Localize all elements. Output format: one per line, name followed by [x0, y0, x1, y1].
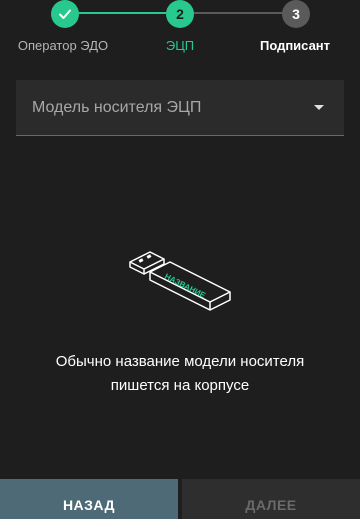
- stepper-line-completed: [79, 12, 166, 14]
- hint-line-1: Обычно название модели носителя: [55, 353, 305, 370]
- next-button[interactable]: ДАЛЕЕ: [182, 479, 360, 519]
- step-2-label: ЭЦП: [165, 38, 195, 53]
- step-3-label: Подписант: [259, 38, 331, 53]
- step-2-number: 2: [176, 6, 184, 22]
- media-model-select-value: Модель носителя ЭЦП: [32, 99, 202, 116]
- stepper: 2 3 Оператор ЭДО ЭЦП Подписант: [0, 0, 360, 60]
- step-3-circle: 3: [282, 0, 310, 28]
- check-icon: [59, 9, 71, 19]
- usb-token-label: НАЗВАНИЕ: [163, 272, 207, 301]
- step-3-number: 3: [292, 6, 300, 22]
- step-1-circle: [51, 0, 79, 28]
- back-button[interactable]: НАЗАД: [0, 479, 178, 519]
- media-model-select[interactable]: Модель носителя ЭЦП: [16, 80, 344, 136]
- stepper-line-pending: [194, 12, 282, 14]
- hint-line-2: пишется на корпусе: [110, 377, 250, 394]
- usb-token-illustration: НАЗВАНИЕ: [124, 240, 236, 320]
- step-2-circle: 2: [166, 0, 194, 28]
- step-1-label: Оператор ЭДО: [17, 38, 109, 53]
- dropdown-arrow-icon: [314, 105, 324, 110]
- usb-token-icon: НАЗВАНИЕ: [129, 251, 231, 311]
- hint-text: Обычно название модели носителя пишется …: [20, 350, 340, 398]
